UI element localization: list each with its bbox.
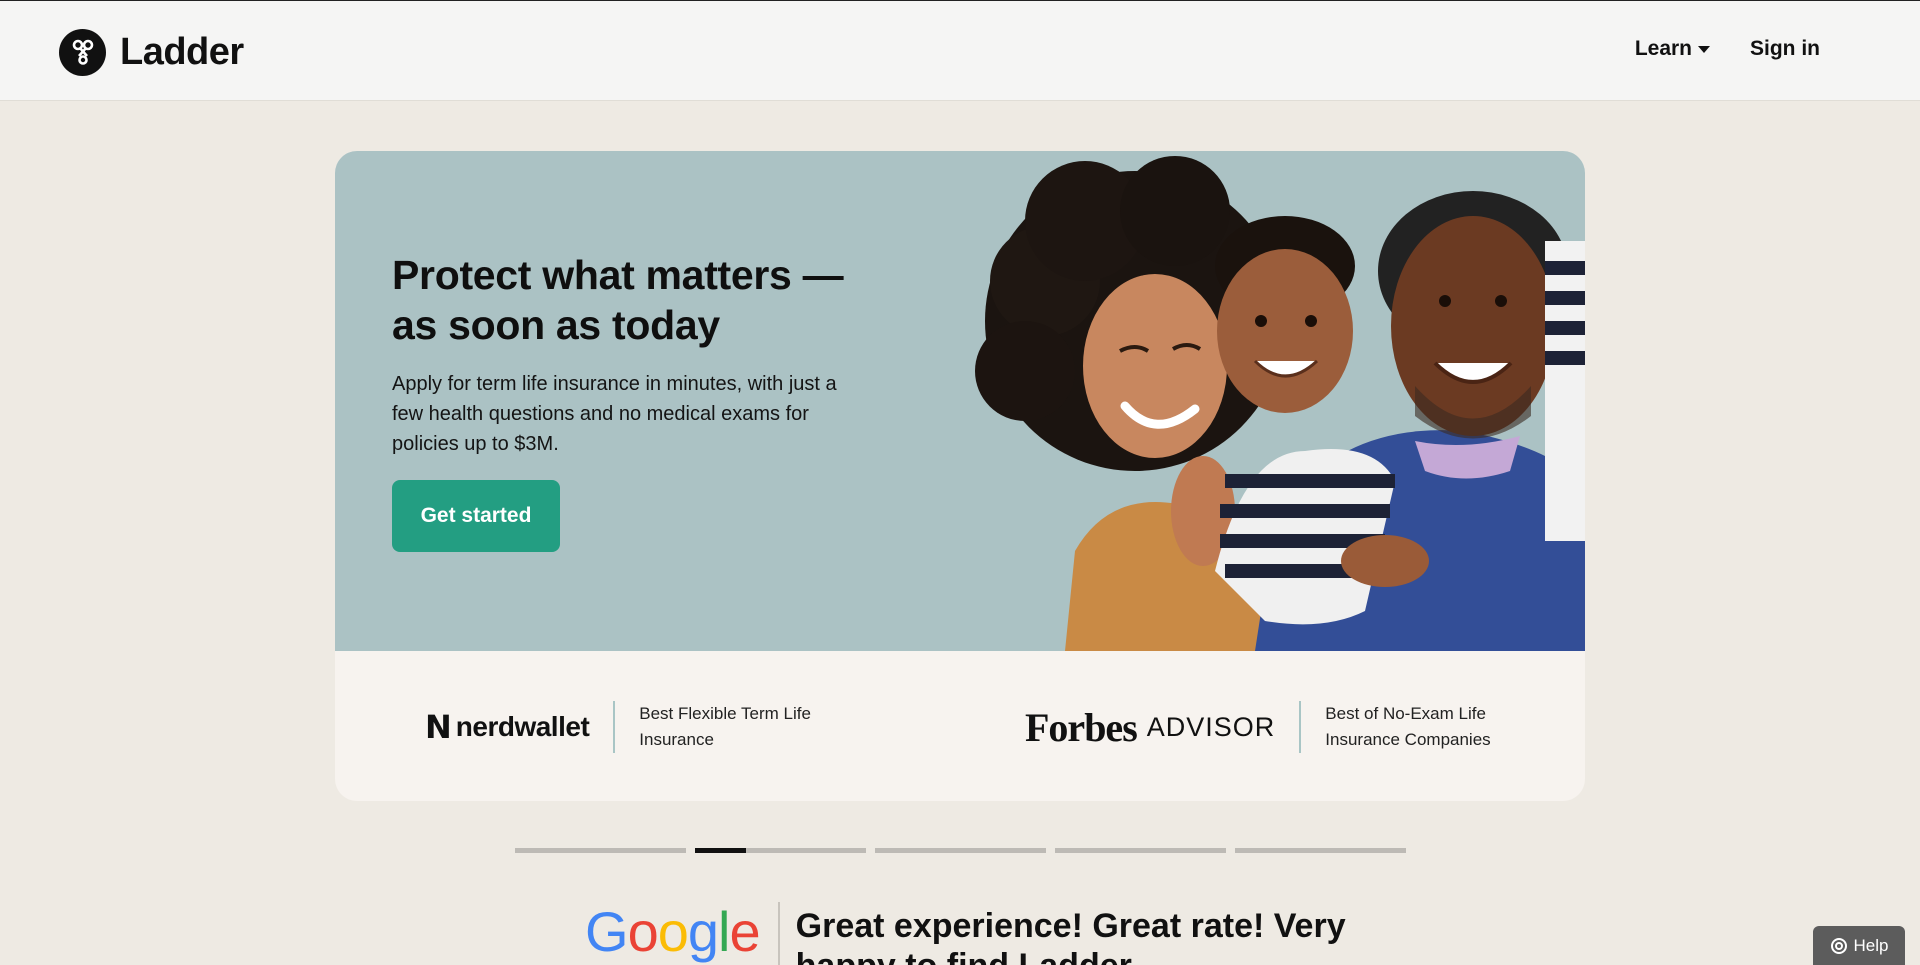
carousel-segment-fill (695, 848, 747, 853)
award-nerdwallet: N nerdwallet Best Flexible Term Life Ins… (425, 701, 839, 753)
hero-card: Protect what matters — as soon as today … (335, 151, 1585, 801)
hero-subtitle: Apply for term life insurance in minutes… (392, 373, 837, 455)
brand-name: Ladder (120, 30, 244, 73)
main-nav: Learn Sign in (1635, 37, 1820, 61)
advisor-word: ADVISOR (1146, 711, 1276, 742)
site-header: Ladder Learn Sign in (0, 1, 1920, 101)
nerdwallet-word: nerdwallet (455, 711, 590, 742)
award-text: Best Flexible Term Life Insurance (639, 704, 811, 749)
award-divider (1299, 701, 1302, 753)
carousel-segment[interactable] (875, 848, 1046, 853)
carousel-segment[interactable] (1055, 848, 1226, 853)
forbes-advisor-logo: Forbes ADVISOR (1025, 704, 1275, 751)
review-divider (777, 902, 780, 965)
carousel-segment[interactable] (515, 848, 686, 853)
ladder-logo[interactable]: Ladder (59, 28, 244, 76)
carousel-segment[interactable] (695, 848, 866, 853)
nerdwallet-mark: N (425, 708, 452, 746)
learn-label: Learn (1634, 37, 1692, 60)
help-label: Help (1853, 936, 1889, 955)
sign-in-link[interactable]: Sign in (1750, 37, 1820, 61)
chevron-down-icon (1698, 45, 1710, 53)
hero-title: Protect what matters — as soon as today (392, 252, 844, 348)
review-quote: Great experience! Great rate! Very happy… (795, 907, 1346, 965)
help-button[interactable]: Help (1813, 926, 1905, 965)
hero-banner: Protect what matters — as soon as today … (335, 151, 1585, 651)
award-forbes: Forbes ADVISOR Best of No-Exam Life Insu… (1025, 701, 1535, 753)
carousel-progress (515, 848, 1406, 853)
awards-strip: N nerdwallet Best Flexible Term Life Ins… (335, 651, 1585, 801)
ladder-logo-icon (59, 28, 106, 76)
family-photo (975, 156, 1585, 651)
award-divider (613, 701, 616, 753)
learn-menu[interactable]: Learn (1635, 37, 1710, 61)
carousel-segment[interactable] (1235, 848, 1406, 853)
lifebuoy-icon (1830, 938, 1847, 954)
review-highlight: Google Great experience! Great rate! Ver… (585, 902, 1356, 965)
nerdwallet-logo: N nerdwallet (425, 708, 590, 746)
google-logo: Google (585, 900, 761, 963)
award-text: Best of No-Exam Life Insurance Companies (1325, 704, 1491, 749)
get-started-button[interactable]: Get started (392, 480, 560, 552)
forbes-word: Forbes (1025, 704, 1138, 750)
